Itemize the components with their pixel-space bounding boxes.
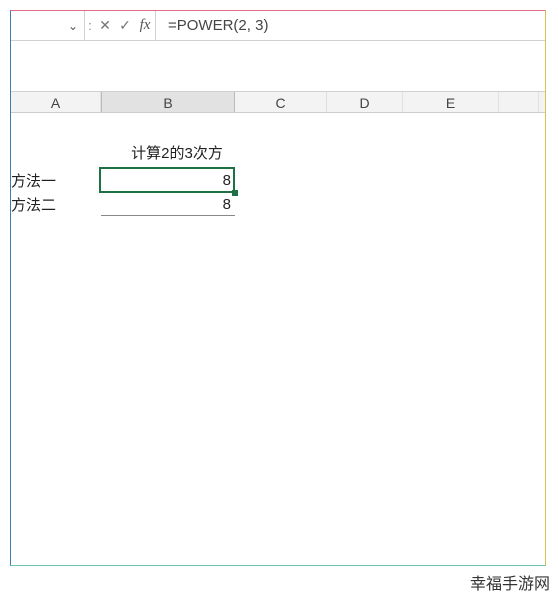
name-box[interactable]: ⌄ [11, 11, 85, 40]
cell-A3[interactable]: 方法一 [11, 169, 101, 191]
cell-border [101, 215, 235, 216]
column-header-D[interactable]: D [327, 92, 403, 112]
ribbon-spacer [11, 41, 545, 91]
insert-function-button[interactable]: fx [135, 11, 155, 40]
separator-icon: : [85, 11, 95, 40]
spreadsheet-grid[interactable]: 计算2的3次方 方法一 8 方法二 8 [11, 113, 545, 565]
accept-button[interactable]: ✓ [115, 11, 135, 40]
column-header-E[interactable]: E [403, 92, 499, 112]
column-header-A[interactable]: A [11, 92, 101, 112]
cell-A4[interactable]: 方法二 [11, 193, 101, 215]
column-headers: A B C D E [11, 91, 545, 113]
app-window: ⌄ : ✕ ✓ fx =POWER(2, 3) A B C D E 计算2的3次… [10, 10, 546, 566]
cell-B2[interactable]: 计算2的3次方 [97, 141, 257, 163]
formula-input[interactable]: =POWER(2, 3) [155, 11, 545, 40]
column-header-F[interactable] [499, 92, 539, 112]
column-header-B[interactable]: B [101, 92, 235, 112]
cell-B3[interactable]: 8 [101, 169, 235, 191]
column-header-C[interactable]: C [235, 92, 327, 112]
dropdown-icon[interactable]: ⌄ [68, 19, 78, 33]
cancel-button[interactable]: ✕ [95, 11, 115, 40]
cell-B4[interactable]: 8 [101, 193, 235, 215]
formula-bar: ⌄ : ✕ ✓ fx =POWER(2, 3) [11, 11, 545, 41]
fill-handle[interactable] [232, 190, 238, 196]
watermark-text: 幸福手游网 [470, 570, 550, 594]
